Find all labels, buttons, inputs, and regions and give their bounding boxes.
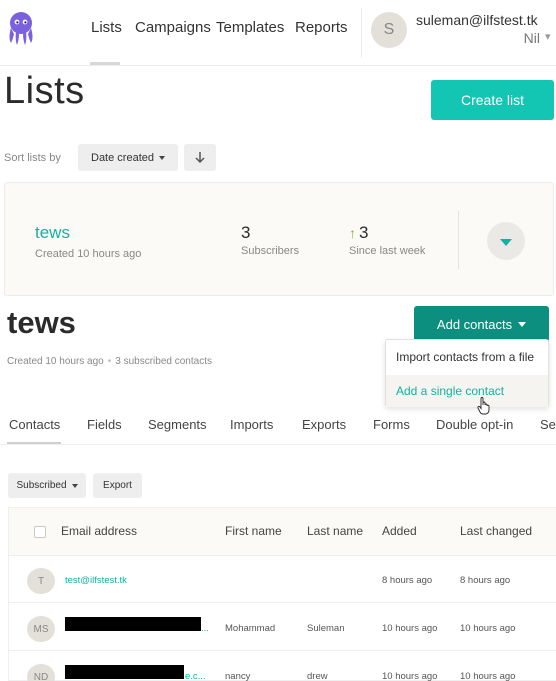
- contact-added: 10 hours ago: [382, 623, 438, 634]
- contact-avatar: ND: [27, 664, 55, 681]
- table-row[interactable]: T test@ilfstest.tk 8 hours ago 8 hours a…: [9, 556, 556, 603]
- add-contacts-menu: Import contacts from a file Add a single…: [385, 339, 549, 407]
- table-header: Email address First name Last name Added…: [9, 508, 556, 556]
- user-organization[interactable]: Nil: [524, 30, 540, 46]
- contact-last-changed: 8 hours ago: [460, 575, 511, 586]
- nav-templates[interactable]: Templates: [216, 19, 284, 36]
- tab-exports[interactable]: Exports: [302, 417, 346, 432]
- col-last-changed[interactable]: Last changed: [460, 524, 532, 538]
- list-tabs: Contacts Fields Segments Imports Exports…: [0, 405, 556, 445]
- list-card: tews Created 10 hours ago 3 Subscribers …: [4, 182, 554, 296]
- weekly-growth-value: 3: [359, 223, 369, 242]
- octopus-logo[interactable]: [5, 10, 37, 46]
- tab-overflow[interactable]: Se: [540, 417, 556, 432]
- nav-campaigns[interactable]: Campaigns: [135, 19, 211, 36]
- contact-added: 10 hours ago: [382, 671, 438, 681]
- select-all-checkbox[interactable]: [34, 526, 46, 538]
- col-added[interactable]: Added: [382, 524, 417, 538]
- chevron-down-icon[interactable]: ▾: [545, 30, 551, 43]
- chevron-down-icon: [500, 238, 512, 246]
- sort-label: Sort lists by: [4, 152, 61, 164]
- chevron-down-icon: [71, 483, 78, 488]
- contact-avatar: T: [27, 568, 55, 594]
- add-contacts-label: Add contacts: [436, 316, 513, 332]
- list-detail-title: tews: [7, 305, 76, 340]
- nav-reports[interactable]: Reports: [295, 19, 348, 36]
- arrow-up-icon: ↑: [349, 225, 356, 241]
- tab-imports[interactable]: Imports: [230, 417, 273, 432]
- tab-double-opt-in[interactable]: Double opt-in: [436, 417, 513, 432]
- list-name-link[interactable]: tews: [35, 223, 70, 243]
- user-avatar[interactable]: S: [371, 12, 407, 48]
- contact-last-name: drew: [307, 671, 328, 681]
- table-row[interactable]: MS ... Mohammad Suleman 10 hours ago 10 …: [9, 604, 556, 651]
- page-title: Lists: [4, 70, 85, 112]
- contact-email[interactable]: e.c...: [185, 671, 206, 681]
- sort-value: Date created: [91, 151, 154, 164]
- subscribers-count: 3: [241, 223, 251, 242]
- status-filter-label: Subscribed: [16, 480, 67, 491]
- meta-separator: •: [107, 356, 112, 367]
- list-detail-meta: Created 10 hours ago • 3 subscribed contac…: [7, 356, 212, 367]
- add-contacts-button[interactable]: Add contacts: [414, 306, 549, 342]
- detail-subscribed: 3 subscribed contacts: [115, 356, 212, 367]
- nav-lists[interactable]: Lists: [91, 19, 122, 36]
- list-created-text: Created 10 hours ago: [35, 248, 142, 260]
- tabs-divider: [0, 444, 556, 445]
- col-last-name[interactable]: Last name: [307, 524, 363, 538]
- menu-add-single-contact[interactable]: Add a single contact: [386, 375, 548, 407]
- contact-avatar: MS: [27, 616, 55, 642]
- contact-first-name: Mohammad: [225, 623, 276, 634]
- col-first-name[interactable]: First name: [225, 524, 282, 538]
- sort-dropdown[interactable]: Date created: [78, 144, 178, 171]
- export-button[interactable]: Export: [93, 473, 142, 498]
- weekly-growth-label: Since last week: [349, 245, 426, 257]
- chevron-down-icon: [158, 155, 165, 160]
- top-navbar: Lists Campaigns Templates Reports S sule…: [0, 0, 556, 66]
- expand-card-button[interactable]: [487, 222, 525, 260]
- tab-contacts[interactable]: Contacts: [9, 417, 60, 432]
- subscribers-label: Subscribers: [241, 245, 300, 257]
- tab-segments[interactable]: Segments: [148, 417, 207, 432]
- contact-last-changed: 10 hours ago: [460, 671, 516, 681]
- user-email[interactable]: suleman@ilfstest.tk: [416, 12, 538, 28]
- contact-added: 8 hours ago: [382, 575, 433, 586]
- table-row[interactable]: ND e.c... nancy drew 10 hours ago 10 hou…: [9, 652, 556, 681]
- redacted-email: [65, 617, 201, 631]
- menu-import-contacts[interactable]: Import contacts from a file: [386, 341, 548, 373]
- redacted-email: [65, 665, 184, 679]
- arrow-down-icon: [195, 151, 205, 163]
- contact-last-name: Suleman: [307, 623, 345, 634]
- weekly-growth: ↑ 3: [349, 223, 368, 243]
- create-list-button[interactable]: Create list: [431, 80, 554, 120]
- tab-forms[interactable]: Forms: [373, 417, 410, 432]
- sort-direction-button[interactable]: [184, 144, 216, 171]
- contacts-table: Email address First name Last name Added…: [8, 507, 556, 681]
- contact-email[interactable]: test@ilfstest.tk: [65, 575, 127, 586]
- card-divider: [458, 211, 459, 269]
- contact-email[interactable]: ...: [201, 623, 209, 634]
- contact-first-name: nancy: [225, 671, 251, 681]
- status-filter-dropdown[interactable]: Subscribed: [8, 473, 86, 498]
- chevron-down-icon: [518, 321, 527, 327]
- nav-active-indicator: [90, 62, 120, 65]
- contact-last-changed: 10 hours ago: [460, 623, 516, 634]
- nav-divider: [361, 8, 362, 58]
- detail-created: Created 10 hours ago: [7, 356, 104, 367]
- col-email[interactable]: Email address: [61, 524, 137, 538]
- tab-fields[interactable]: Fields: [87, 417, 122, 432]
